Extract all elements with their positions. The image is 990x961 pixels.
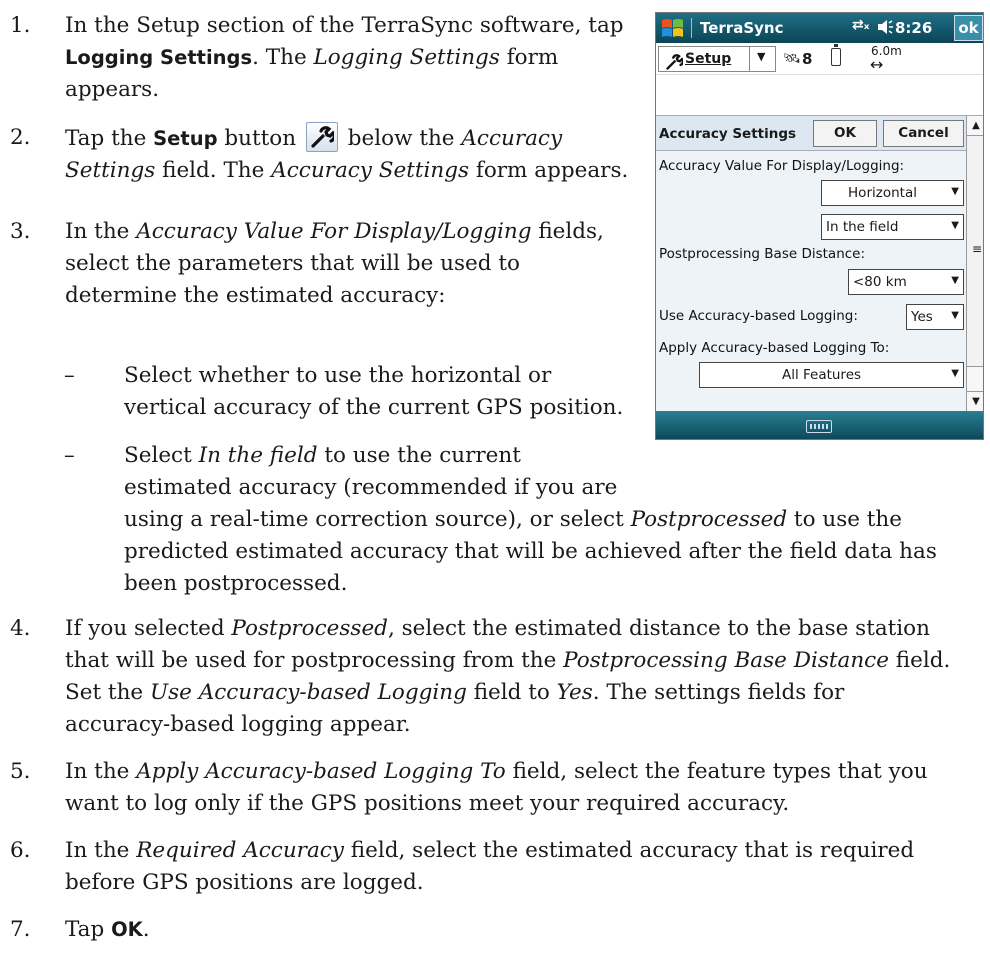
step-number: 5. <box>10 759 31 784</box>
chevron-down-icon: ▼ <box>951 220 959 231</box>
scroll-up-icon[interactable]: ▲ <box>967 116 983 136</box>
base-distance-select[interactable]: <80 km ▼ <box>848 269 964 295</box>
step-line: In the Apply Accuracy-based Logging To f… <box>65 759 928 784</box>
step-line: Tap the Setup button below the Accuracy <box>65 122 655 155</box>
step-number: 2. <box>10 125 31 150</box>
step-line: vertical accuracy of the current GPS pos… <box>124 395 624 420</box>
step-number: 1. <box>10 13 31 38</box>
setup-label: Setup <box>685 51 732 67</box>
ok-button[interactable]: ok <box>954 15 983 41</box>
use-logging-select[interactable]: Yes ▼ <box>906 304 964 330</box>
step-line: In the Accuracy Value For Display/Loggin… <box>65 219 604 244</box>
form-header: Accuracy Settings OK Cancel <box>656 116 966 151</box>
title-separator <box>691 18 692 38</box>
setup-wrench-icon <box>305 122 338 152</box>
step-line: Settings field. The Accuracy Settings fo… <box>65 158 629 183</box>
windows-start-icon[interactable] <box>660 16 686 44</box>
status-toolbar: Setup ▼ 🛰 8 6.0m ↔ <box>656 43 983 75</box>
label-base-distance: Postprocessing Base Distance: <box>659 246 866 262</box>
in-field-select[interactable]: In the field ▼ <box>821 214 964 240</box>
step-line: determine the estimated accuracy: <box>65 283 446 308</box>
sub-dash: – <box>64 443 75 468</box>
step-number: 4. <box>10 616 31 641</box>
step-line: estimated accuracy (recommended if you a… <box>124 475 618 500</box>
apply-to-select[interactable]: All Features ▼ <box>699 362 964 388</box>
step-line: appears. <box>65 77 160 102</box>
step-line: Tap OK. <box>65 917 150 942</box>
horizontal-select[interactable]: Horizontal ▼ <box>821 180 964 206</box>
form-title: Accuracy Settings <box>659 126 797 142</box>
vertical-scrollbar[interactable]: ▲ ≡ ▼ <box>966 116 983 411</box>
form-cancel-button[interactable]: Cancel <box>883 120 964 147</box>
step-number: 3. <box>10 219 31 244</box>
sub-dash: – <box>64 363 75 388</box>
chevron-down-icon: ▼ <box>951 186 959 197</box>
satellite-icon[interactable]: 🛰 <box>783 51 801 67</box>
battery-icon[interactable] <box>831 44 841 66</box>
dropdown-divider <box>749 47 750 71</box>
label-accuracy-value: Accuracy Value For Display/Logging: <box>659 158 905 174</box>
step-line: In the Required Accuracy field, select t… <box>65 838 915 863</box>
step-line: accuracy-based logging appear. <box>65 712 411 737</box>
app-title: TerraSync <box>700 19 784 37</box>
step-line: before GPS positions are logged. <box>65 870 424 895</box>
form-ok-button[interactable]: OK <box>813 120 877 147</box>
volume-icon[interactable] <box>876 18 894 40</box>
connectivity-icon[interactable]: ⇄ₓ <box>852 17 870 33</box>
step-line: Set the Use Accuracy-based Logging field… <box>65 680 845 705</box>
step-line: If you selected Postprocessed, select th… <box>65 616 930 641</box>
step-number: 6. <box>10 838 31 863</box>
setup-button[interactable]: Setup ▼ <box>658 46 776 72</box>
bottom-bar <box>656 411 983 439</box>
wrench-icon <box>665 51 685 76</box>
label-use-logging: Use Accuracy-based Logging: <box>659 308 858 324</box>
step-line: predicted estimated accuracy that will b… <box>124 539 937 564</box>
chevron-down-icon: ▼ <box>951 368 959 379</box>
keyboard-icon[interactable] <box>806 420 832 433</box>
step-line: In the Setup section of the TerraSync so… <box>65 13 624 38</box>
precision-arrow-icon: ↔ <box>870 55 884 74</box>
step-line: Select In the field to use the current <box>124 443 521 468</box>
grip-icon: ≡ <box>972 242 983 256</box>
chevron-down-icon[interactable]: ▼ <box>757 50 765 63</box>
label-apply-to: Apply Accuracy-based Logging To: <box>659 340 890 356</box>
accuracy-settings-form: Accuracy Settings OK Cancel Accuracy Val… <box>656 116 966 411</box>
step-number: 7. <box>10 917 31 942</box>
blank-area <box>656 76 983 116</box>
satellite-count: 8 <box>802 50 813 68</box>
scroll-thumb[interactable]: ≡ <box>967 136 983 367</box>
step-line: select the parameters that will be used … <box>65 251 520 276</box>
chevron-down-icon: ▼ <box>951 275 959 286</box>
step-line: Logging Settings. The Logging Settings f… <box>65 45 559 70</box>
title-bar: TerraSync ⇄ₓ 8:26 ok <box>656 13 983 43</box>
step-line: Select whether to use the horizontal or <box>124 363 552 388</box>
chevron-down-icon: ▼ <box>951 310 959 321</box>
step-line: been postprocessed. <box>124 571 348 596</box>
device-screenshot: TerraSync ⇄ₓ 8:26 ok Setup ▼ 🛰 8 6.0m ↔ … <box>655 12 984 440</box>
step-line: using a real-time correction source), or… <box>124 507 902 532</box>
clock[interactable]: 8:26 <box>895 19 932 37</box>
scroll-down-icon[interactable]: ▼ <box>967 391 983 411</box>
step-line: that will be used for postprocessing fro… <box>65 648 951 673</box>
step-line: want to log only if the GPS positions me… <box>65 791 790 816</box>
